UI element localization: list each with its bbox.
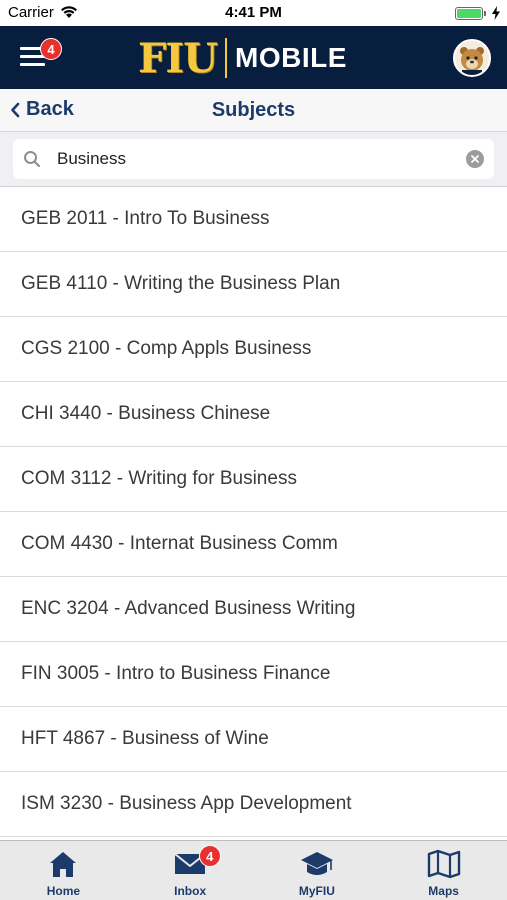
- list-item[interactable]: HFT 4867 - Business of Wine: [0, 707, 507, 772]
- menu-notification-badge: 4: [40, 38, 62, 60]
- tab-inbox-label: Inbox: [174, 884, 207, 898]
- list-item[interactable]: GEB 4110 - Writing the Business Plan: [0, 252, 507, 317]
- list-item[interactable]: CGS 2100 - Comp Appls Business: [0, 317, 507, 382]
- inbox-notification-badge: 4: [198, 845, 221, 867]
- logo-fiu-text: FIU: [138, 34, 218, 82]
- chevron-left-icon: [11, 102, 20, 117]
- list-item[interactable]: COM 4430 - Internat Business Comm: [0, 512, 507, 577]
- tab-bar: Home Inbox 4 MyFIU Maps: [0, 840, 507, 900]
- tab-maps-label: Maps: [428, 884, 459, 898]
- battery-area: [455, 6, 501, 20]
- list-item[interactable]: COM 3112 - Writing for Business: [0, 447, 507, 512]
- list-item[interactable]: FIN 3005 - Intro to Business Finance: [0, 642, 507, 707]
- clock: 4:41 PM: [225, 4, 282, 21]
- map-icon: [427, 848, 461, 880]
- navigation-bar: Back Subjects: [0, 89, 507, 132]
- battery-icon: [455, 6, 486, 20]
- clear-search-icon[interactable]: [466, 150, 484, 168]
- search-bar: [0, 132, 507, 187]
- list-item[interactable]: CHI 3440 - Business Chinese: [0, 382, 507, 447]
- home-icon: [46, 848, 80, 880]
- graduation-cap-icon: [300, 848, 334, 880]
- status-bar: Carrier 4:41 PM: [0, 0, 507, 26]
- avatar[interactable]: [453, 39, 491, 77]
- logo-divider: [225, 38, 227, 78]
- tab-myfiu[interactable]: MyFIU: [254, 841, 381, 900]
- app-header: 4 FIU MOBILE: [0, 26, 507, 89]
- search-icon: [24, 151, 41, 168]
- charging-bolt-icon: [492, 6, 500, 20]
- tab-maps[interactable]: Maps: [380, 841, 507, 900]
- back-label: Back: [26, 98, 74, 120]
- tab-myfiu-label: MyFIU: [298, 884, 335, 898]
- list-item[interactable]: ENC 3204 - Advanced Business Writing: [0, 577, 507, 642]
- back-button[interactable]: Back: [10, 98, 74, 121]
- panther-mascot-icon: [455, 41, 489, 75]
- page-title: Subjects: [211, 99, 296, 121]
- course-list: GEB 2011 - Intro To Business GEB 4110 - …: [0, 187, 507, 840]
- search-box[interactable]: [13, 139, 494, 179]
- tab-home-label: Home: [46, 884, 81, 898]
- fiu-mobile-logo: FIU MOBILE: [138, 34, 347, 82]
- search-input[interactable]: [57, 147, 457, 171]
- tab-inbox[interactable]: Inbox 4: [127, 841, 254, 900]
- list-item[interactable]: GEB 2011 - Intro To Business: [0, 187, 507, 252]
- list-item[interactable]: ISM 3230 - Business App Development: [0, 772, 507, 837]
- logo-mobile-text: MOBILE: [235, 42, 347, 73]
- tab-home[interactable]: Home: [0, 841, 127, 900]
